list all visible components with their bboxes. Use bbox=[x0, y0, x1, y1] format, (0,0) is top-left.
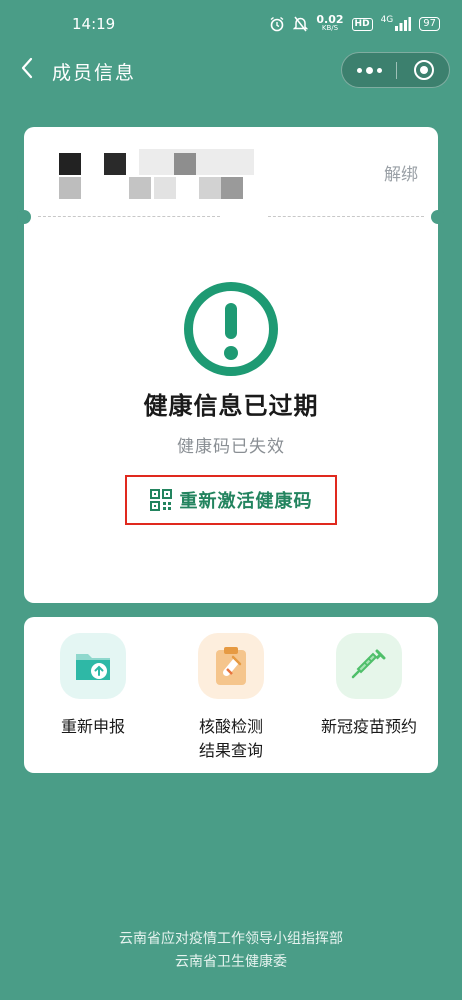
speed-value: 0.02 bbox=[316, 13, 344, 26]
alarm-icon bbox=[270, 16, 284, 32]
status-time: 14:19 bbox=[72, 15, 116, 33]
status-title: 健康信息已过期 bbox=[143, 392, 319, 420]
service-vaccine-booking[interactable]: 新冠疫苗预约 bbox=[300, 633, 438, 739]
network-type: 4G bbox=[380, 15, 394, 25]
more-dot-icon bbox=[376, 67, 382, 73]
service-label: 重新申报 bbox=[60, 717, 125, 736]
ticket-notch-right bbox=[431, 210, 445, 224]
clipboard-test-tube-icon bbox=[198, 633, 264, 699]
capsule-divider bbox=[396, 62, 397, 79]
ticket-notch-left bbox=[17, 210, 31, 224]
more-dot-icon bbox=[356, 67, 362, 73]
exclamation-warning-icon bbox=[184, 282, 278, 376]
speed-unit: KB/S bbox=[321, 24, 339, 32]
services-panel: 重新申报 核酸检测 结果查询 新冠疫苗预约 bbox=[24, 617, 438, 773]
reactivate-health-code-button[interactable]: 重新激活健康码 bbox=[125, 475, 337, 525]
status-bar: 14:19 0.02 KB/S HD 4G 97 bbox=[0, 0, 462, 48]
qr-code-icon bbox=[149, 489, 172, 511]
warning-bar bbox=[225, 303, 237, 339]
signal-icon bbox=[395, 17, 412, 31]
service-redeclare[interactable]: 重新申报 bbox=[24, 633, 162, 739]
network-speed: 0.02 KB/S bbox=[316, 13, 344, 33]
mute-bell-icon bbox=[293, 16, 309, 32]
dashed-divider bbox=[38, 216, 220, 217]
warning-dot bbox=[224, 346, 238, 360]
more-dot-icon bbox=[365, 66, 373, 74]
mini-program-capsule bbox=[341, 52, 450, 88]
unbind-button[interactable]: 解绑 bbox=[384, 160, 418, 185]
page-title: 成员信息 bbox=[52, 62, 137, 84]
member-card: 解绑 健康信息已过期 健康码已失效 重新激活健康码 bbox=[17, 127, 445, 603]
footer-org-line: 云南省应对疫情工作领导小组指挥部 bbox=[119, 931, 343, 947]
service-label: 核酸检测 结果查询 bbox=[162, 715, 300, 763]
status-subtitle: 健康码已失效 bbox=[177, 437, 285, 457]
syringe-icon bbox=[336, 633, 402, 699]
back-arrow-icon[interactable] bbox=[16, 56, 40, 80]
folder-upload-icon bbox=[60, 633, 126, 699]
service-nucleic-test-query[interactable]: 核酸检测 结果查询 bbox=[162, 633, 300, 763]
service-label-text: 核酸检测 结果查询 bbox=[198, 717, 263, 760]
masked-name-mosaic bbox=[59, 149, 259, 199]
footer-org-line: 云南省卫生健康委 bbox=[175, 954, 287, 970]
battery-icon: 97 bbox=[419, 17, 440, 31]
close-target-icon[interactable] bbox=[414, 60, 434, 80]
nav-bar: 成员信息 bbox=[0, 48, 462, 92]
service-label: 新冠疫苗预约 bbox=[320, 717, 417, 736]
hd-badge: HD bbox=[351, 17, 373, 31]
dashed-divider bbox=[268, 216, 424, 217]
footer: 云南省应对疫情工作领导小组指挥部 云南省卫生健康委 bbox=[0, 928, 462, 974]
more-options-button[interactable] bbox=[342, 53, 396, 87]
reactivate-label: 重新激活健康码 bbox=[179, 491, 313, 512]
status-icons: 0.02 KB/S HD 4G 97 bbox=[269, 13, 440, 33]
